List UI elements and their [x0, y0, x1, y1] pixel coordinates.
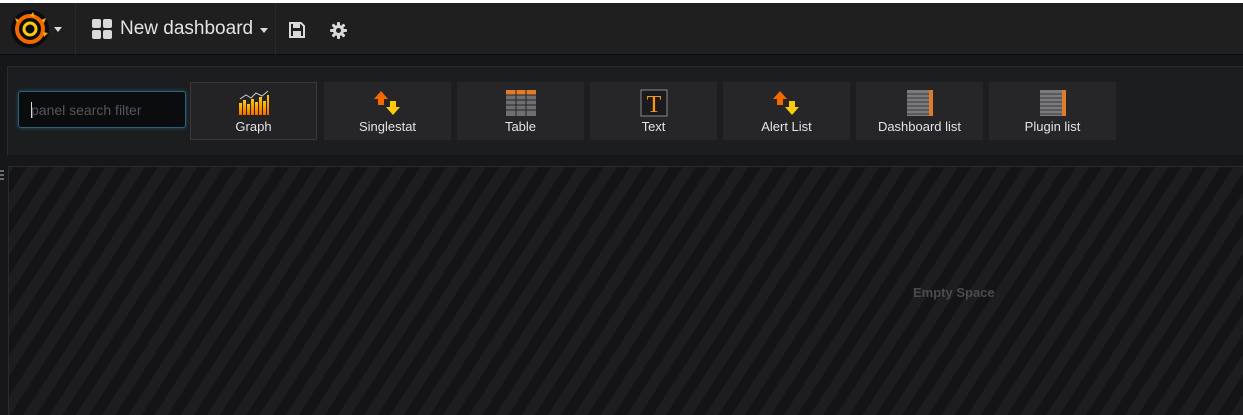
panel-type-label: Singlestat: [358, 119, 417, 134]
graph-icon: [238, 90, 269, 115]
save-icon[interactable]: [289, 22, 305, 38]
top-navbar: New dashboard: [0, 3, 1243, 55]
logo-menu-button[interactable]: [0, 3, 76, 55]
dashboard-title: New dashboard: [120, 18, 254, 39]
panel-type-label: Plugin list: [1024, 119, 1081, 134]
plugin-list-icon: [1039, 90, 1066, 116]
panel-type-label: Text: [641, 119, 666, 134]
panel-type-graph[interactable]: Graph: [190, 82, 317, 140]
dashboard-list-icon: [906, 90, 933, 116]
chevron-down-icon: [260, 28, 269, 33]
svg-text:T: T: [646, 92, 661, 117]
panel-type-singlestat[interactable]: Singlestat: [324, 82, 451, 140]
panel-type-alert-list[interactable]: Alert List: [723, 82, 850, 140]
dashboard-title-dropdown[interactable]: New dashboard: [77, 3, 276, 55]
gear-icon[interactable]: [330, 22, 347, 39]
row-drag-handle[interactable]: [0, 170, 5, 186]
text-icon: T: [640, 89, 667, 117]
text-cursor: [31, 102, 32, 118]
empty-space-label: Empty Space: [913, 285, 995, 300]
table-icon: [505, 90, 536, 116]
singlestat-icon: [373, 91, 400, 115]
panel-type-label: Alert List: [761, 119, 812, 134]
panel-type-dashboard-list[interactable]: Dashboard list: [856, 82, 983, 140]
dashboard-empty-canvas: Empty Space: [8, 166, 1243, 415]
dashboard-grid-icon: [92, 19, 112, 39]
panel-type-label: Dashboard list: [877, 119, 962, 134]
add-panel-picker: Graph Singlestat Table T Tex: [7, 66, 1243, 155]
panel-type-label: Table: [504, 119, 537, 134]
panel-type-plugin-list[interactable]: Plugin list: [989, 82, 1116, 140]
panel-type-text[interactable]: T Text: [590, 82, 717, 140]
grafana-logo-icon: [11, 10, 49, 48]
panel-search-input[interactable]: [18, 91, 186, 128]
alert-list-icon: [772, 91, 799, 115]
chevron-down-icon: [54, 27, 62, 32]
panel-type-label: Graph: [235, 119, 272, 134]
panel-type-table[interactable]: Table: [457, 82, 584, 140]
